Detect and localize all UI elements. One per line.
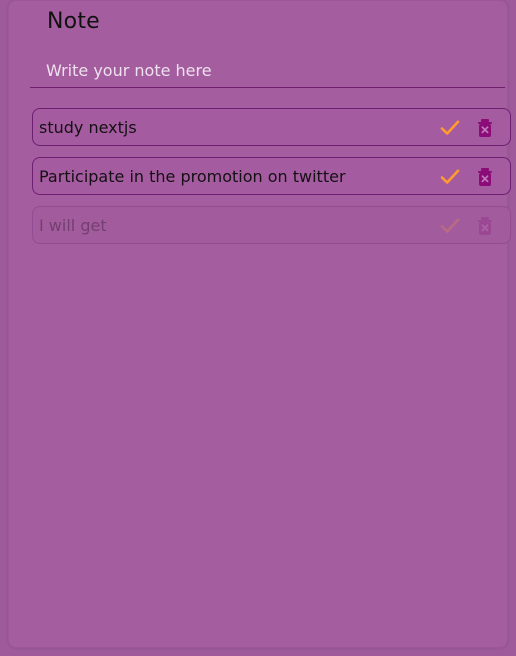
note-item[interactable]: study nextjs bbox=[32, 108, 511, 146]
note-panel: Note study nextjs Participate in the pro… bbox=[8, 0, 511, 648]
page-title: Note bbox=[47, 9, 100, 34]
note-item[interactable]: Participate in the promotion on twitter bbox=[32, 157, 511, 195]
notes-list: study nextjs Participate in the promotio… bbox=[32, 108, 512, 255]
check-icon[interactable] bbox=[439, 166, 461, 188]
note-input[interactable] bbox=[30, 54, 505, 88]
trash-icon[interactable] bbox=[474, 166, 496, 188]
note-item[interactable]: I will get bbox=[32, 206, 511, 244]
note-text: Participate in the promotion on twitter bbox=[39, 167, 346, 186]
check-icon[interactable] bbox=[439, 117, 461, 139]
note-text: I will get bbox=[39, 216, 107, 235]
note-text: study nextjs bbox=[39, 118, 137, 137]
trash-icon[interactable] bbox=[474, 215, 496, 237]
check-icon[interactable] bbox=[439, 215, 461, 237]
trash-icon[interactable] bbox=[474, 117, 496, 139]
